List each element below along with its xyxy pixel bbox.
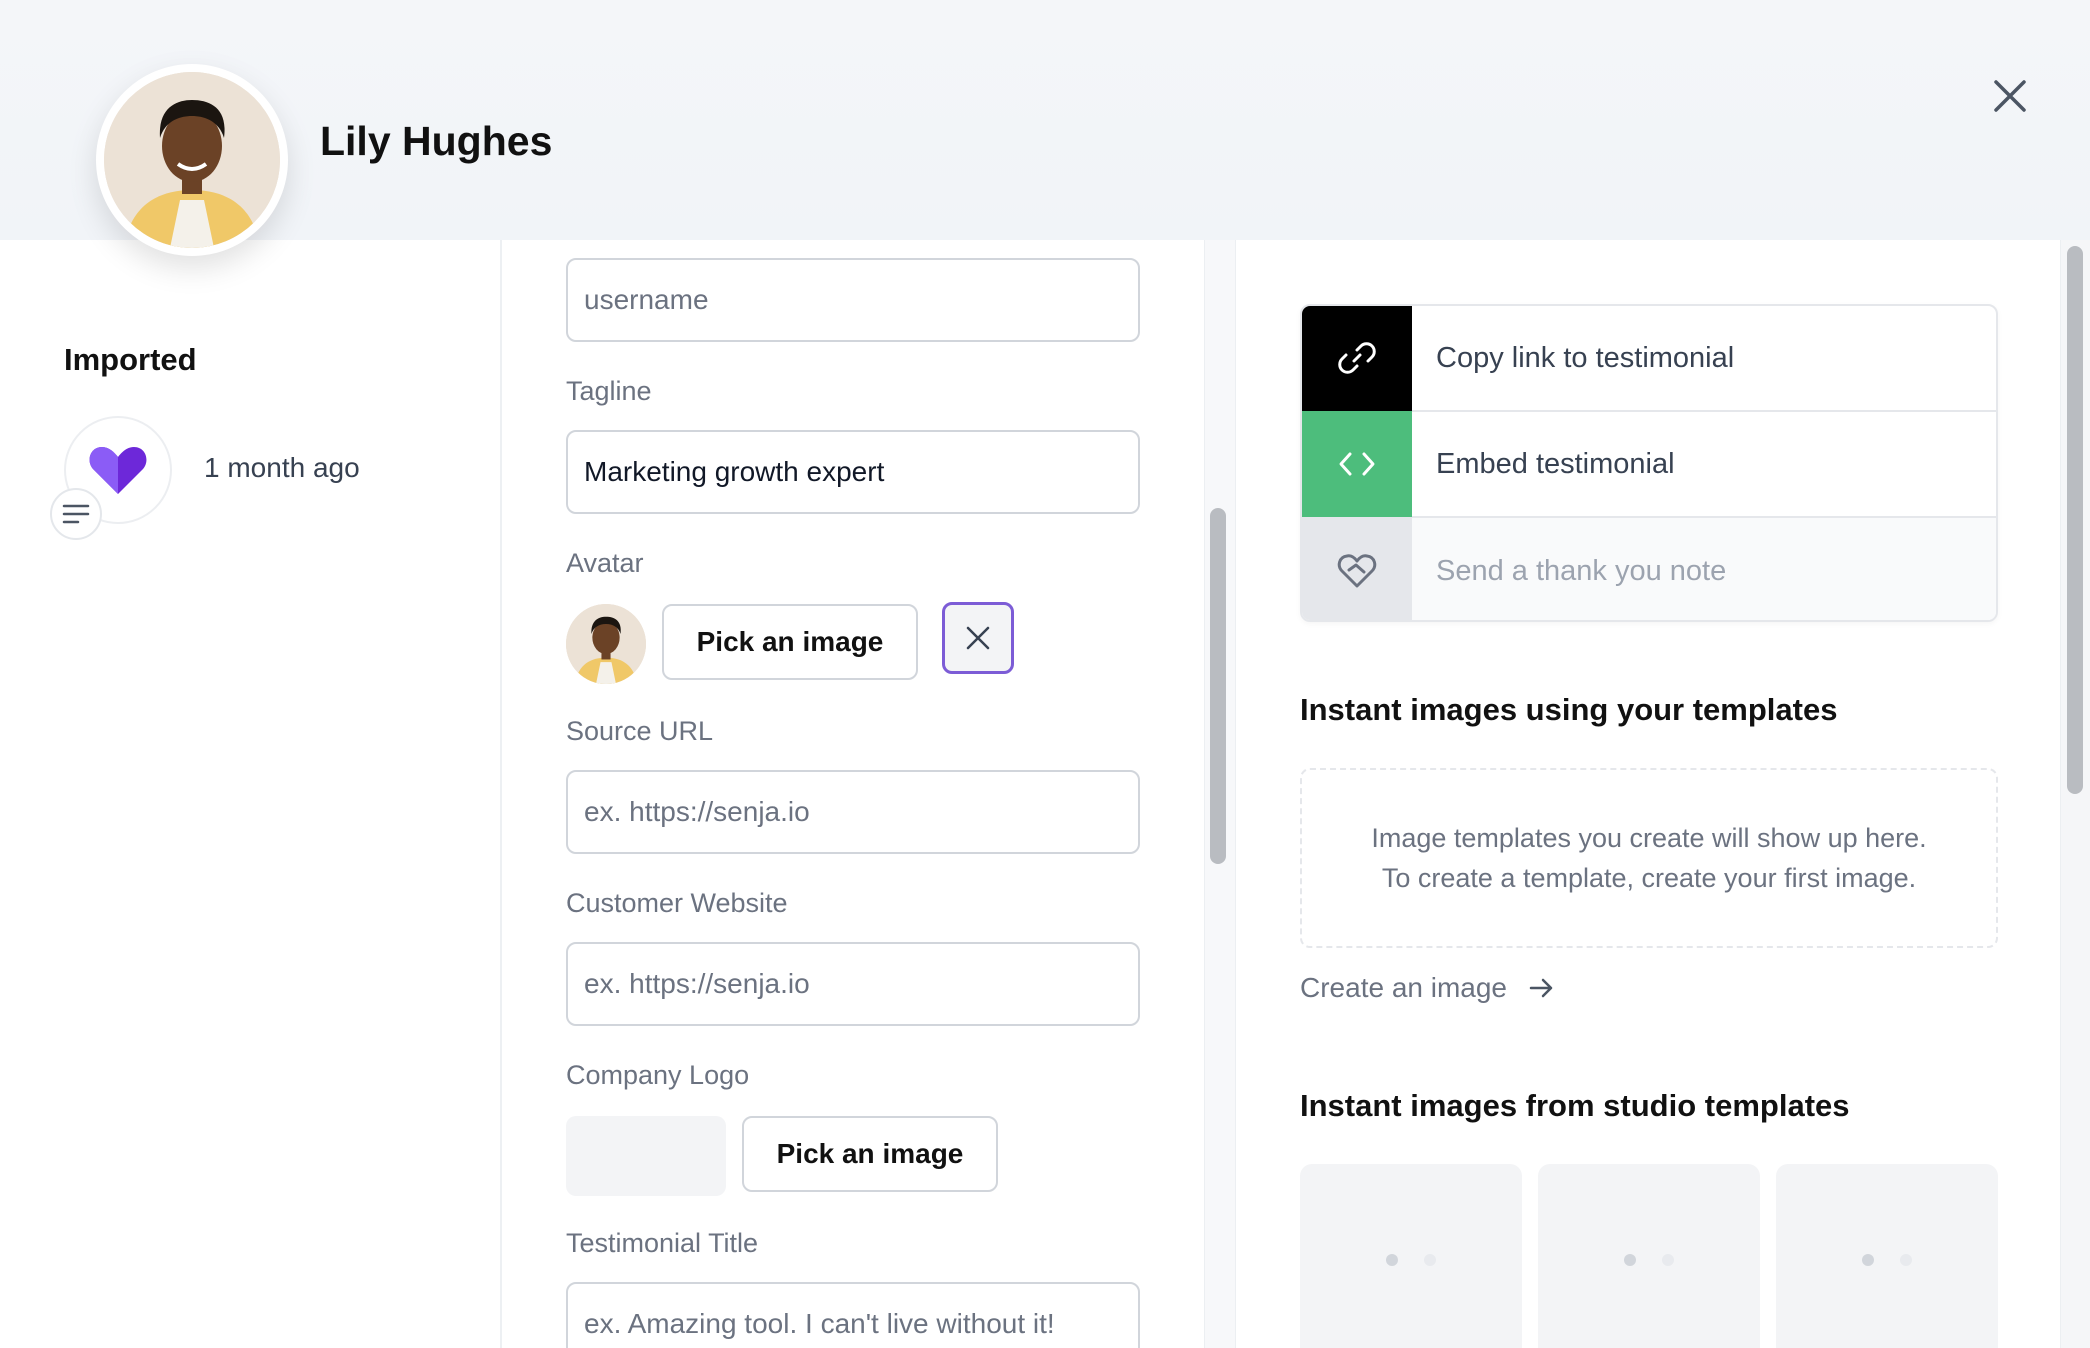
close-icon — [1994, 80, 2026, 112]
activity-section-title: Imported — [64, 342, 197, 377]
link-icon-box — [1302, 306, 1412, 411]
activity-panel: Imported 1 month ago — [0, 240, 500, 1348]
avatar-photo — [104, 72, 280, 248]
embed-action[interactable]: Embed testimonial — [1302, 411, 1996, 518]
share-actions: Copy link to testimonial Embed testimoni… — [1300, 304, 1998, 622]
close-icon — [966, 626, 990, 650]
person-photo-icon — [104, 72, 280, 248]
avatar-pick-image-button[interactable]: Pick an image — [662, 604, 918, 680]
company-logo-pick-image-button[interactable]: Pick an image — [742, 1116, 998, 1192]
code-icon — [1339, 452, 1375, 476]
studio-template-card[interactable] — [1300, 1164, 1522, 1348]
customer-name: Lily Hughes — [320, 118, 553, 164]
avatar-preview — [566, 604, 646, 684]
tagline-label: Tagline — [566, 376, 652, 406]
text-lines-icon — [62, 504, 90, 524]
customer-website-label: Customer Website — [566, 888, 788, 918]
person-photo-icon — [566, 604, 646, 684]
company-logo-label: Company Logo — [566, 1060, 750, 1090]
panel-scrollbar[interactable] — [2067, 246, 2083, 794]
loading-dot — [1662, 1254, 1674, 1266]
form-scrollbar[interactable] — [1210, 508, 1226, 864]
source-url-input[interactable] — [566, 770, 1140, 854]
copy-link-label: Copy link to testimonial — [1436, 341, 1735, 374]
templates-empty-line-1: Image templates you create will show up … — [1371, 823, 1927, 853]
testimonial-title-label: Testimonial Title — [566, 1228, 759, 1258]
create-image-label: Create an image — [1300, 972, 1508, 1003]
close-button[interactable] — [1988, 74, 2032, 118]
heart-handshake-icon — [1337, 554, 1377, 588]
embed-label: Embed testimonial — [1436, 447, 1675, 480]
profile-header — [0, 0, 2090, 240]
templates-empty-state: Image templates you create will show up … — [1300, 768, 1998, 948]
source-url-label: Source URL — [566, 716, 714, 746]
header-avatar — [96, 64, 288, 256]
activity-badge — [50, 488, 102, 540]
code-icon-box — [1302, 411, 1412, 517]
loading-dot — [1424, 1254, 1436, 1266]
testimonial-title-input[interactable] — [566, 1282, 1140, 1348]
heart-handshake-icon-box — [1302, 518, 1412, 620]
username-input[interactable] — [566, 258, 1140, 342]
studio-heading: Instant images from studio templates — [1300, 1088, 1850, 1123]
loading-dot — [1386, 1254, 1398, 1266]
company-logo-preview — [566, 1116, 726, 1196]
share-panel: Copy link to testimonial Embed testimoni… — [1236, 240, 2060, 1348]
thank-you-label: Send a thank you note — [1436, 554, 1727, 587]
heart-icon — [89, 447, 147, 494]
studio-template-card[interactable] — [1538, 1164, 1760, 1348]
tagline-input[interactable] — [566, 430, 1140, 514]
templates-heading: Instant images using your templates — [1300, 692, 1838, 727]
templates-empty-line-2: To create a template, create your first … — [1381, 863, 1917, 893]
studio-template-card[interactable] — [1776, 1164, 1998, 1348]
link-icon — [1338, 342, 1376, 374]
avatar-label: Avatar — [566, 548, 644, 578]
loading-dot — [1900, 1254, 1912, 1266]
customer-website-input[interactable] — [566, 942, 1140, 1026]
avatar-remove-button[interactable] — [942, 602, 1014, 674]
activity-timestamp: 1 month ago — [204, 452, 360, 483]
create-image-link[interactable]: Create an image — [1300, 972, 1555, 1004]
loading-dot — [1624, 1254, 1636, 1266]
arrow-right-icon — [1529, 978, 1553, 998]
details-form: Tagline Avatar Pick an image Source URL … — [502, 240, 1202, 1348]
copy-link-action[interactable]: Copy link to testimonial — [1302, 306, 1996, 412]
thank-you-action[interactable]: Send a thank you note — [1302, 518, 1996, 620]
loading-dot — [1862, 1254, 1874, 1266]
